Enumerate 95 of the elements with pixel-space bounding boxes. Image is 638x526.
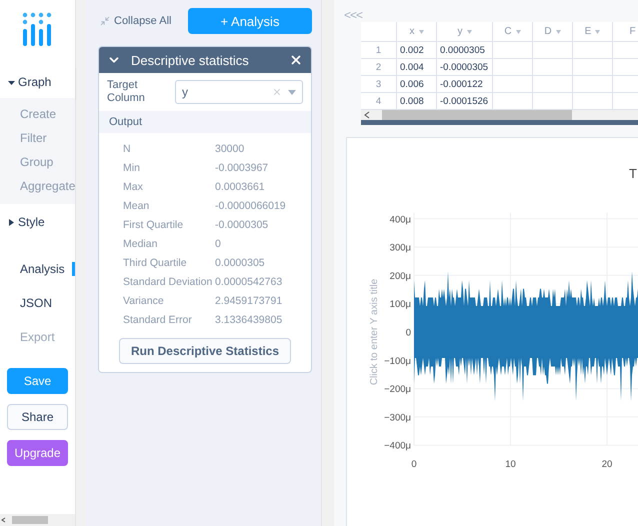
column-select[interactable]: y [175,80,303,104]
tick-label: 0 [406,328,411,338]
caret-icon [8,218,15,226]
selected-indicator [72,262,75,276]
stat-label: Min [123,162,141,174]
stat-label: Standard Error [123,314,193,326]
table-cell [533,59,573,76]
stat-value: 3.1336439805 [215,314,284,326]
nav-section[interactable]: Graph [0,66,75,98]
table-cell [493,76,533,93]
tick-label: −400μ [384,440,411,452]
table-cell [573,42,613,59]
tick-label: −300μ [384,412,411,424]
chart-title[interactable]: T [629,166,637,181]
collapse-icon [100,16,110,26]
clear-icon[interactable] [272,87,282,98]
tick-label: −200μ [384,384,411,396]
stat-value: 0.0000305 [215,257,266,270]
filter-icon[interactable] [466,30,472,34]
column-header [361,22,397,42]
nav-subitem[interactable]: Aggregate [0,174,75,198]
card-title: Descriptive statistics [131,52,250,68]
table-cell: 0.0000305 [437,42,493,59]
filter-icon[interactable] [418,30,424,34]
table-cell: 0.006 [397,76,437,93]
collapse-all-button[interactable]: Collapse All [100,15,172,27]
axis-title[interactable]: Click to enter Y axis title [369,278,380,386]
stat-label: Max [123,181,144,194]
scroll-left-icon[interactable] [364,111,370,119]
stat-label: Median [123,238,158,250]
collapse-grid-link[interactable]: <<< [344,8,362,22]
scrollbar-thumb[interactable] [382,110,572,120]
table-cell [493,59,533,76]
action-button[interactable]: Save [7,368,68,394]
tick-label: 20 [602,459,612,470]
filter-icon[interactable] [516,30,521,34]
tick-label: 0 [411,459,417,470]
add-analysis-button[interactable]: + Analysis [188,8,312,34]
output-header: Output [99,111,311,134]
column-header[interactable]: F [613,22,638,42]
stat-value: 0.0003661 [215,181,266,194]
table-cell [493,42,533,59]
action-button[interactable]: Share [7,404,68,430]
nav-subitem[interactable]: Create [0,102,75,126]
scrollbar-track[interactable] [75,0,86,526]
stat-label: Standard Deviation [123,276,214,288]
stat-value: 0.0000542763 [215,276,284,288]
nav-subitem[interactable]: Filter [0,126,75,150]
stat-value: 2.9459173791 [215,295,284,308]
table-cell [573,59,613,76]
stat-label: N [123,143,132,156]
stat-label: Mean [123,200,150,212]
run-button[interactable]: Run Descriptive Statistics [119,338,291,364]
table-cell: 0.002 [397,42,437,59]
table-cell: -0.000122 [437,76,493,93]
row-number: 1 [361,42,397,59]
tick-label: 300μ [390,242,411,254]
table-cell: 0.004 [397,59,437,76]
tick-label: −100μ [384,356,411,367]
nav-item[interactable]: JSON [0,286,75,320]
tick-label: 10 [505,459,516,470]
field-label: Target Column [107,79,146,106]
table-cell [533,42,573,59]
table-cell [573,76,613,93]
column-header[interactable]: C [493,22,533,42]
column-header[interactable]: E [573,22,613,42]
scrollbar-track[interactable] [0,514,75,526]
tick-label: 100μ [390,299,411,310]
stat-label: First Quartile [123,219,184,232]
tick-label: 200μ [390,270,411,282]
stat-value: -0.0003967 [215,162,270,174]
stat-value: 0 [215,238,222,250]
action-button[interactable]: Upgrade [7,440,68,466]
stat-label: Variance [123,295,165,308]
tick-label: 400μ [390,214,411,226]
column-header[interactable]: y [437,22,493,42]
stat-label: Third Quartile [123,257,188,270]
close-icon[interactable] [289,53,303,67]
table-cell [533,76,573,93]
stat-value: -0.0000066019 [215,200,287,212]
stat-value: 30000 [215,143,246,156]
column-header[interactable]: x [397,22,437,42]
caret-icon [288,90,296,95]
scrollbar-track[interactable] [361,110,638,120]
row-number: 3 [361,76,397,93]
column-header[interactable]: D [533,22,573,42]
nav-subitem[interactable]: Group [0,150,75,174]
caret-icon [8,78,15,86]
nav-item[interactable]: Analysis [0,252,75,286]
row-number: 2 [361,59,397,76]
table-cell: -0.0000305 [437,59,493,76]
filter-icon[interactable] [595,30,600,34]
logo-icon [22,12,54,48]
stat-value: -0.0000305 [215,219,270,232]
filter-icon[interactable] [556,30,561,34]
